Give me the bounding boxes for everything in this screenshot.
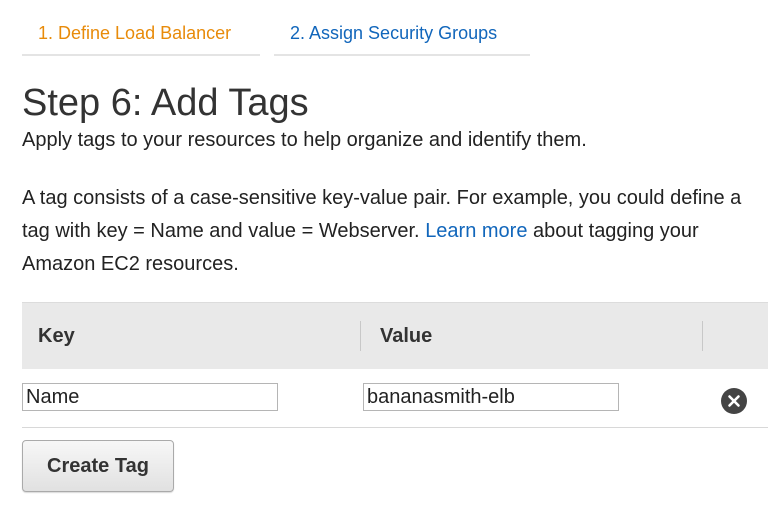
- column-divider: [360, 321, 361, 351]
- table-row: [22, 369, 768, 428]
- tag-key-input[interactable]: [22, 383, 278, 411]
- tab-assign-security-groups[interactable]: 2. Assign Security Groups: [274, 12, 530, 56]
- tab-define-load-balancer[interactable]: 1. Define Load Balancer: [22, 12, 260, 56]
- close-circle-icon: [728, 395, 740, 407]
- column-header-key: Key: [38, 325, 75, 347]
- page-title: Step 6: Add Tags: [22, 82, 309, 124]
- tag-value-input[interactable]: [363, 383, 619, 411]
- column-header-value: Value: [380, 325, 433, 347]
- learn-more-link[interactable]: Learn more: [425, 220, 527, 242]
- remove-tag-button[interactable]: [721, 388, 747, 414]
- tag-description: A tag consists of a case-sensitive key-v…: [22, 182, 762, 281]
- tags-table-header: Key Value: [22, 302, 768, 370]
- wizard-tabs: 1. Define Load Balancer 2. Assign Securi…: [22, 12, 530, 56]
- column-divider: [702, 321, 703, 351]
- page-subtitle: Apply tags to your resources to help org…: [22, 129, 587, 151]
- create-tag-button[interactable]: Create Tag: [22, 440, 174, 492]
